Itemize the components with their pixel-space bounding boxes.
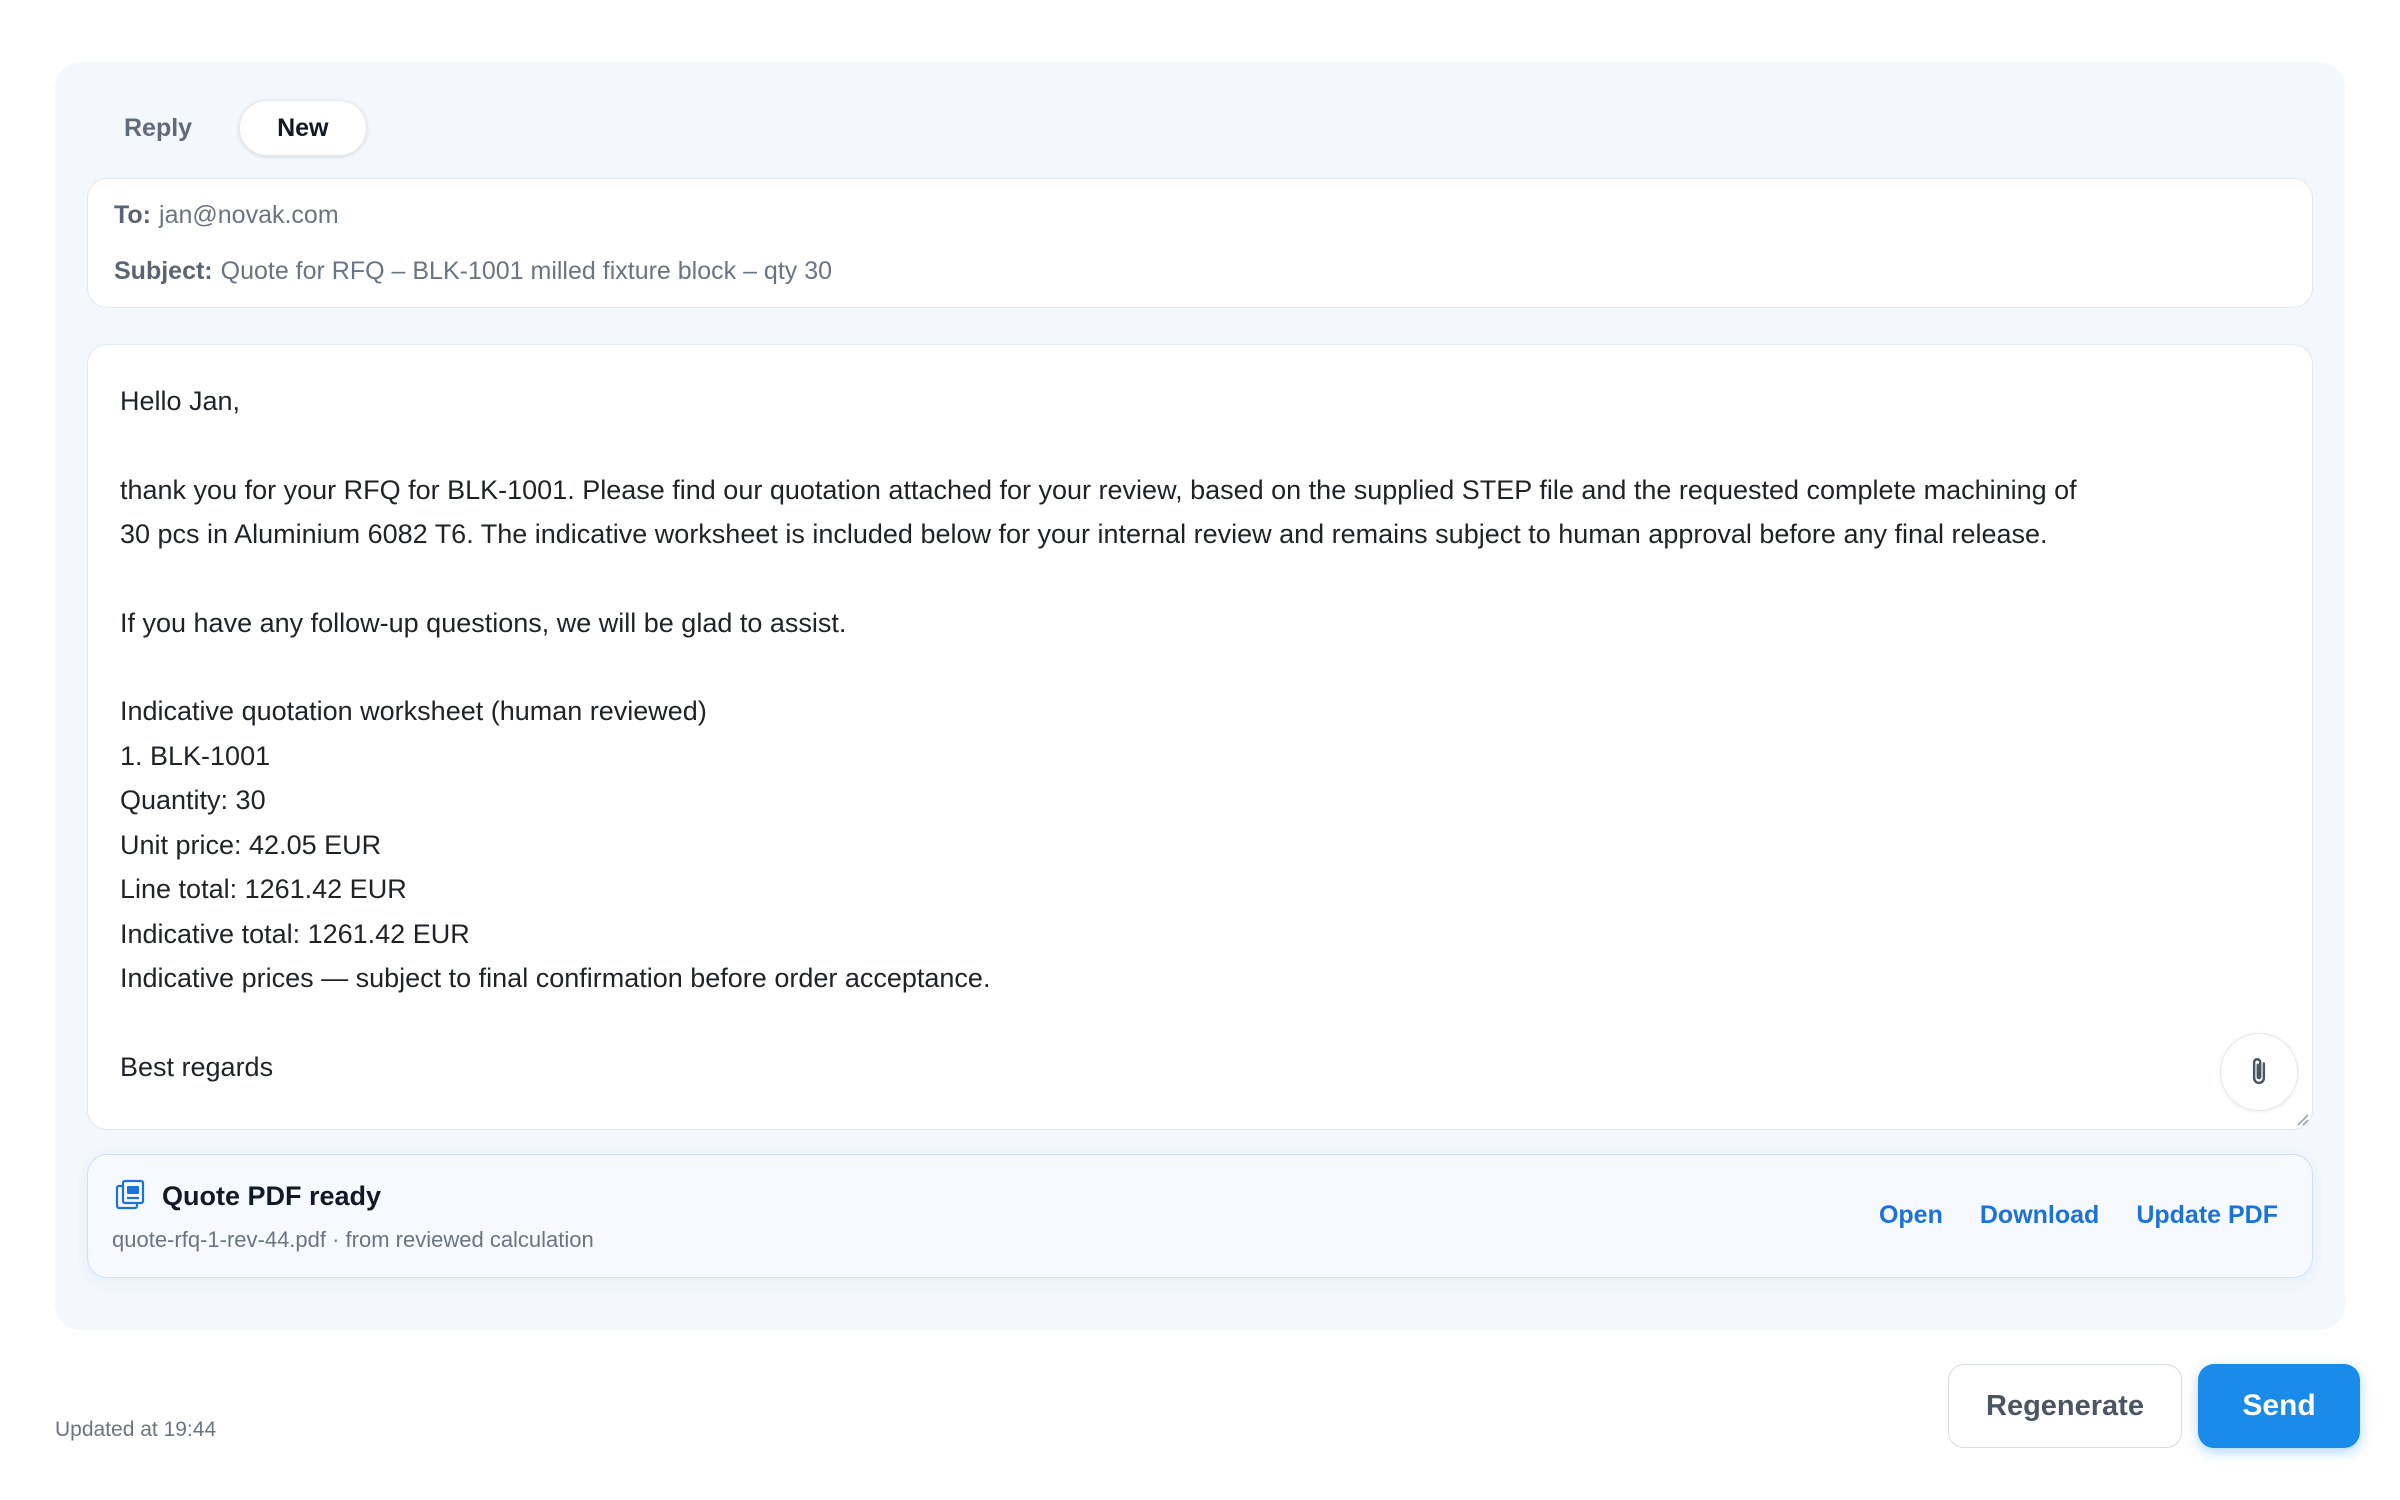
pdf-update-link[interactable]: Update PDF — [2136, 1201, 2278, 1230]
worksheet-unit-price: Unit price: 42.05 EUR — [120, 829, 382, 860]
paragraph-2: If you have any follow-up questions, we … — [120, 607, 847, 638]
pdf-download-link[interactable]: Download — [1980, 1201, 2099, 1230]
worksheet-item: 1. BLK-1001 — [120, 740, 271, 771]
worksheet-heading: Indicative quotation worksheet (human re… — [120, 696, 707, 726]
closing-line: Best regards — [120, 1051, 274, 1082]
pdf-title: Quote PDF ready — [162, 1181, 382, 1211]
pdf-status-card: Quote PDF ready quote-rfq-1-rev-44.pdf ·… — [87, 1154, 2313, 1278]
subject-field[interactable]: Subject: Quote for RFQ – BLK-1001 milled … — [114, 257, 832, 286]
regenerate-button[interactable]: Regenerate — [1948, 1364, 2182, 1448]
greeting-line: Hello Jan, — [120, 386, 241, 416]
composer-panel: Reply New To: jan@novak.com Subject: Quote… — [55, 62, 2345, 1330]
attach-button[interactable] — [2220, 1033, 2298, 1111]
pdf-file-icon — [115, 1179, 145, 1210]
send-button[interactable]: Send — [2198, 1364, 2360, 1448]
worksheet-quantity: Quantity: 30 — [120, 785, 266, 815]
resize-handle-icon[interactable] — [2294, 1111, 2310, 1127]
to-label: To: — [114, 201, 152, 229]
pdf-actions: Open Download Update PDF — [1879, 1201, 2278, 1230]
paragraph-1-line-2: 30 pcs in Aluminium 6082 T6. The indicat… — [120, 519, 2048, 549]
email-body-editor[interactable]: Hello Jan, thank you for your RFQ for BL… — [87, 344, 2313, 1130]
subject-value: Quote for RFQ – BLK-1001 milled fixture … — [220, 257, 833, 285]
pdf-open-link[interactable]: Open — [1879, 1201, 1943, 1230]
tab-new[interactable]: New — [239, 100, 367, 156]
subject-label: Subject: — [114, 257, 213, 285]
pdf-filename: quote-rfq-1-rev-44.pdf · from reviewed c… — [112, 1227, 594, 1252]
email-body-text: Hello Jan, thank you for your RFQ for BL… — [120, 379, 2260, 1089]
email-header: To: jan@novak.com Subject: Quote for RFQ –… — [87, 178, 2313, 308]
to-field[interactable]: To: jan@novak.com — [114, 201, 339, 230]
mode-tabs: Reply New — [87, 100, 367, 156]
to-value: jan@novak.com — [159, 201, 339, 229]
updated-timestamp: Updated at 19:44 — [55, 1418, 217, 1441]
worksheet-note: Indicative prices — subject to final con… — [120, 963, 991, 993]
paperclip-icon — [2252, 1058, 2266, 1085]
worksheet-line-total: Line total: 1261.42 EUR — [120, 874, 407, 904]
paragraph-1-line-1: thank you for your RFQ for BLK-1001. Ple… — [120, 474, 2077, 505]
tab-reply[interactable]: Reply — [87, 100, 229, 156]
worksheet-indicative-total: Indicative total: 1261.42 EUR — [120, 918, 470, 949]
